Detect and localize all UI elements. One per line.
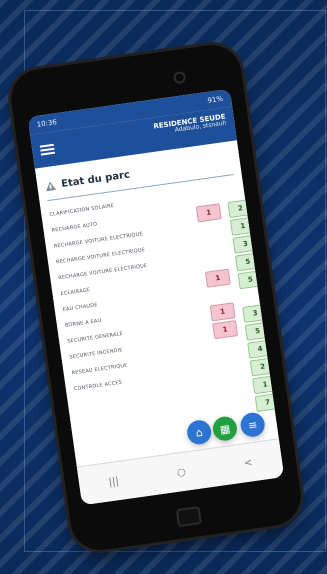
badge-gap — [200, 236, 232, 254]
badge-gap — [207, 286, 239, 304]
phone-bottom-button — [175, 505, 202, 528]
home-icon: ⌂ — [194, 425, 204, 440]
badge-gap — [240, 288, 266, 305]
green-badge[interactable]: 3 — [232, 234, 259, 254]
pink-badge[interactable]: 1 — [212, 320, 239, 340]
list-icon: ▦ — [218, 421, 231, 436]
badge-gap — [198, 220, 230, 238]
status-battery: 91% — [207, 94, 224, 105]
phone-wrap: 10:36 91% RESIDENCE SEUDE Adabulo, stsna… — [0, 0, 327, 574]
pink-badge[interactable]: 1 — [204, 268, 231, 288]
green-badge[interactable]: 5 — [234, 252, 261, 272]
green-badge[interactable]: 1 — [229, 216, 256, 236]
menu-icon: ≡ — [247, 417, 259, 432]
warning-icon — [44, 180, 57, 192]
pink-badge[interactable]: 1 — [195, 203, 222, 223]
green-badge[interactable]: 2 — [249, 357, 276, 377]
green-badge[interactable]: 5 — [237, 270, 264, 290]
menu-icon[interactable] — [39, 142, 55, 156]
toolbar-title: RESIDENCE SEUDE Adabulo, stsnauh — [153, 113, 227, 138]
back-icon[interactable]: < — [243, 457, 253, 469]
equipment-list: CLARIFICATION SOLAIRE RECHARGE AUTO RECH… — [48, 181, 281, 413]
green-badge[interactable]: 3 — [242, 303, 269, 323]
green-badge[interactable]: 4 — [247, 339, 274, 359]
status-time: 10:36 — [36, 118, 58, 129]
recent-apps-icon[interactable]: ||| — [108, 476, 120, 488]
pink-badge[interactable]: 1 — [209, 302, 236, 322]
green-badge[interactable]: 5 — [244, 321, 271, 341]
app-screen: 10:36 91% RESIDENCE SEUDE Adabulo, stsna… — [27, 88, 285, 506]
green-badge[interactable]: 2 — [227, 198, 254, 218]
phone: 10:36 91% RESIDENCE SEUDE Adabulo, stsna… — [7, 41, 305, 554]
badge-gap — [203, 252, 235, 270]
home-fab[interactable]: ⌂ — [185, 418, 213, 446]
list-fab[interactable]: ▦ — [211, 415, 239, 443]
section-title: Etat du parc — [60, 169, 131, 191]
home-icon[interactable]: ○ — [176, 466, 186, 478]
front-camera — [172, 70, 187, 85]
green-badge[interactable]: 1 — [252, 375, 279, 395]
menu-fab[interactable]: ≡ — [239, 411, 267, 439]
content-area: Etat du parc CLARIFICATION SOLAIRE RECHA… — [35, 140, 281, 432]
